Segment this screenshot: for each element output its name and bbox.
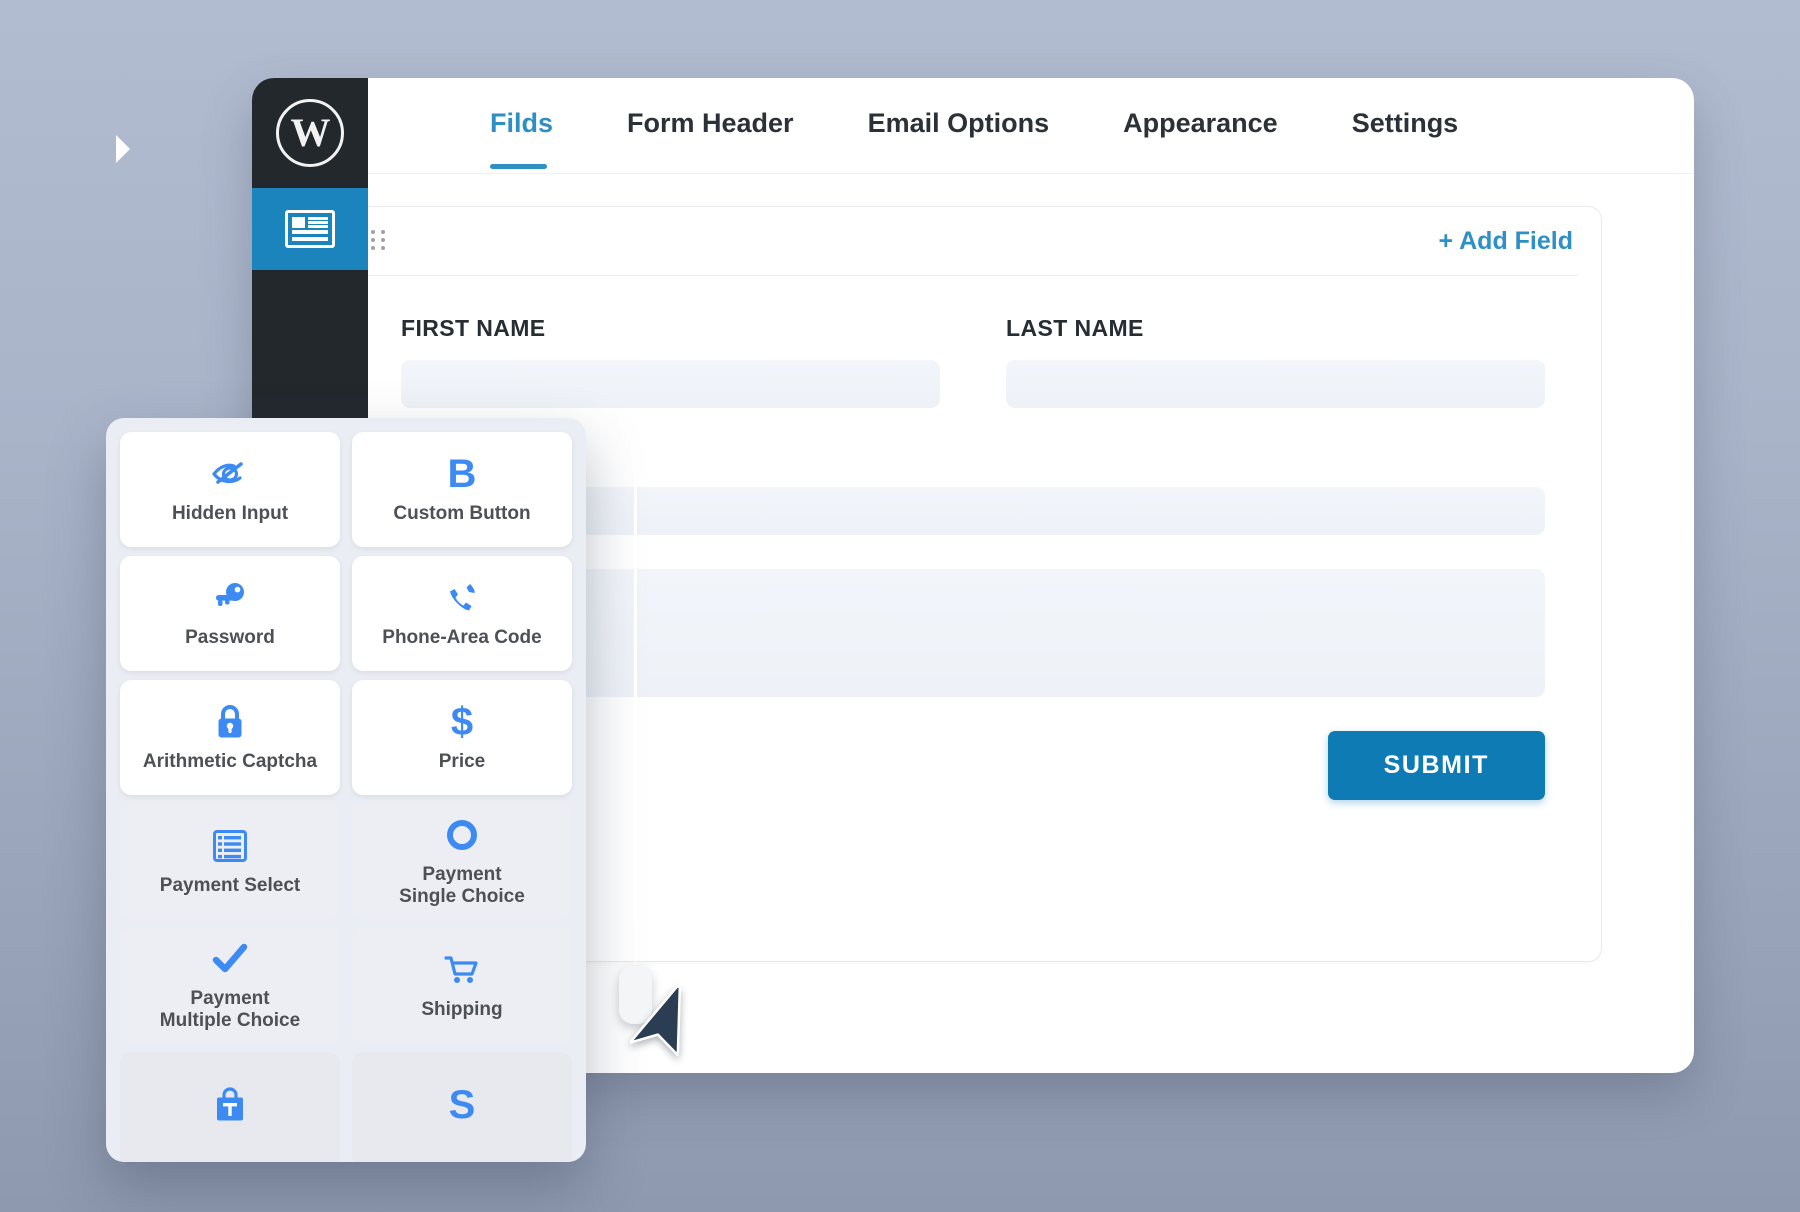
mouse-pointer-icon	[628, 981, 700, 1075]
palette-item-label: Payment Single Choice	[399, 864, 525, 907]
sidebar-item-forms[interactable]	[252, 188, 368, 270]
tab-email-options[interactable]: Email Options	[868, 82, 1050, 169]
palette-item-label: Shipping	[421, 998, 503, 1020]
tab-label: Appearance	[1123, 108, 1278, 138]
palette-item-shipping[interactable]: Shipping	[352, 928, 572, 1043]
palette-item-arithmetic-captcha[interactable]: Arithmetic Captcha	[120, 680, 340, 795]
wordpress-sidebar: W	[252, 78, 368, 423]
wordpress-logo-wrap: W	[252, 78, 368, 188]
letter-s-icon: S	[448, 1082, 476, 1127]
submit-button[interactable]: SUBMIT	[1327, 731, 1545, 800]
palette-item-payment-single-choice[interactable]: Payment Single Choice	[352, 804, 572, 919]
palette-item-shopping-bag[interactable]	[120, 1052, 340, 1162]
palette-item-label: Custom Button	[393, 502, 531, 524]
palette-item-password[interactable]: Password	[120, 556, 340, 671]
key-icon	[212, 579, 248, 617]
radio-circle-icon	[446, 816, 478, 854]
tab-form-header[interactable]: Form Header	[627, 82, 794, 169]
first-name-input[interactable]	[401, 360, 940, 408]
field-last-name: LAST NAME	[1006, 315, 1545, 408]
palette-item-label: Payment Multiple Choice	[159, 988, 301, 1031]
palette-item-label: Arithmetic Captcha	[142, 750, 318, 772]
tab-bar: Filds Form Header Email Options Appearan…	[368, 78, 1694, 174]
palette-item-hidden-input[interactable]: Hidden Input	[120, 432, 340, 547]
palette-item-custom-button[interactable]: B Custom Button	[352, 432, 572, 547]
palette-item-letter-s[interactable]: S	[352, 1052, 572, 1162]
form-row-names: FIRST NAME LAST NAME	[401, 315, 1545, 408]
field-label: FIRST NAME	[401, 315, 546, 341]
palette-item-payment-select[interactable]: Payment Select	[120, 804, 340, 919]
tab-label: Filds	[490, 108, 554, 138]
drag-handle-icon[interactable]	[371, 230, 387, 252]
phone-icon	[445, 579, 479, 617]
shopping-bag-icon	[213, 1086, 247, 1124]
field-label: LAST NAME	[1006, 315, 1144, 341]
bold-b-icon: B	[447, 451, 477, 496]
field-first-name: FIRST NAME	[401, 315, 940, 408]
check-icon	[212, 940, 248, 978]
dollar-icon: $	[450, 699, 474, 744]
add-field-button[interactable]: + Add Field	[1439, 227, 1574, 256]
tab-appearance[interactable]: Appearance	[1123, 82, 1278, 169]
lock-icon	[215, 703, 245, 741]
cart-icon	[444, 951, 480, 989]
tab-label: Form Header	[627, 108, 794, 138]
last-name-input[interactable]	[1006, 360, 1545, 408]
palette-item-phone-area-code[interactable]: Phone-Area Code	[352, 556, 572, 671]
field-type-palette: Hidden Input B Custom Button Password Ph…	[106, 418, 586, 1162]
eye-slash-icon	[210, 455, 250, 493]
palette-item-label: Password	[185, 626, 275, 648]
palette-item-label: Phone-Area Code	[382, 626, 542, 648]
palette-item-price[interactable]: $ Price	[352, 680, 572, 795]
tab-label: Email Options	[867, 108, 1050, 138]
palette-item-payment-multiple-choice[interactable]: Payment Multiple Choice	[120, 928, 340, 1043]
palette-item-label: Price	[438, 750, 486, 772]
palette-item-label: Hidden Input	[171, 502, 289, 524]
tab-filds[interactable]: Filds	[490, 82, 553, 169]
tab-settings[interactable]: Settings	[1352, 82, 1459, 169]
palette-item-label: Payment Select	[159, 874, 301, 896]
screen: Filds Form Header Email Options Appearan…	[0, 0, 1800, 1212]
builder-toolbar: + Add Field	[367, 207, 1579, 276]
wordpress-logo-icon: W	[276, 99, 344, 167]
sidebar-active-arrow-icon	[116, 135, 130, 163]
drag-guide-line	[634, 448, 637, 972]
list-icon	[213, 827, 247, 865]
tab-label: Settings	[1351, 108, 1459, 138]
forms-post-icon	[285, 210, 335, 248]
